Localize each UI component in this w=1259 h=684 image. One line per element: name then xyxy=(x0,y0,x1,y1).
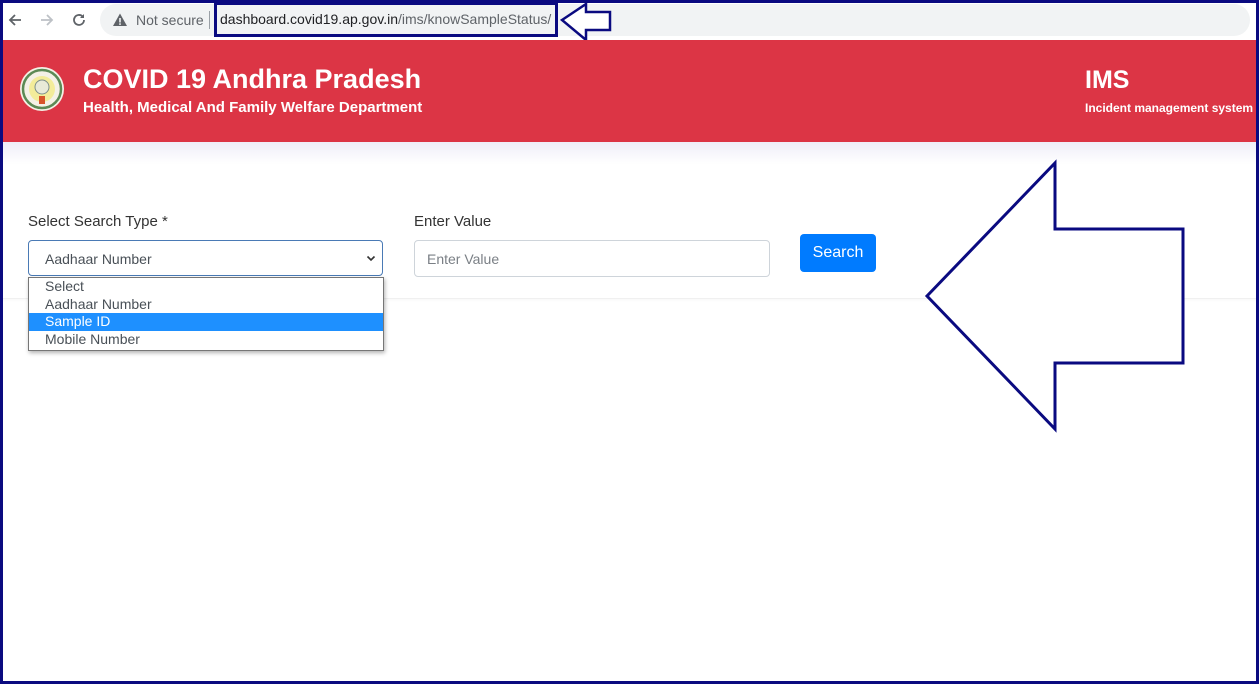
enter-value-label: Enter Value xyxy=(414,213,492,230)
url-annotation-arrow-icon xyxy=(559,2,612,42)
omnibox-separator xyxy=(209,11,210,29)
reload-icon xyxy=(73,14,85,26)
forward-button[interactable] xyxy=(35,8,59,32)
warning-triangle-icon xyxy=(113,13,127,26)
app-subtitle: Incident management system xyxy=(1085,101,1254,115)
app-title: IMS xyxy=(1085,66,1130,94)
security-label: Not secure xyxy=(136,12,204,28)
search-type-dropdown-list[interactable]: Select Aadhaar Number Sample ID Mobile N… xyxy=(28,277,384,351)
site-header: COVID 19 Andhra Pradesh Health, Medical … xyxy=(0,40,1259,142)
option-mobile-number[interactable]: Mobile Number xyxy=(29,331,383,349)
site-subtitle: Health, Medical And Family Welfare Depar… xyxy=(83,99,423,116)
url-path: /ims/knowSampleStatus/ xyxy=(397,11,552,27)
enter-value-input[interactable] xyxy=(414,240,770,277)
search-type-selected-value: Aadhaar Number xyxy=(45,251,152,267)
site-title: COVID 19 Andhra Pradesh xyxy=(83,64,422,94)
security-indicator[interactable]: Not secure xyxy=(112,11,204,29)
browser-toolbar: Not secure dashboard.covid19.ap.gov.in/i… xyxy=(0,0,1259,42)
url-domain: dashboard.covid19.ap.gov.in xyxy=(220,11,398,27)
arrow-left-icon xyxy=(8,14,21,26)
search-type-select[interactable]: Aadhaar Number xyxy=(28,240,383,276)
annotation-arrow-icon xyxy=(924,159,1185,433)
reload-button[interactable] xyxy=(67,8,91,32)
arrow-right-icon xyxy=(41,14,54,26)
option-sample-id[interactable]: Sample ID xyxy=(29,313,383,331)
chevron-down-icon xyxy=(366,255,376,262)
option-select[interactable]: Select xyxy=(29,278,383,296)
search-button[interactable]: Search xyxy=(800,234,876,272)
back-button[interactable] xyxy=(3,8,27,32)
url-text[interactable]: dashboard.covid19.ap.gov.in/ims/knowSamp… xyxy=(220,11,551,27)
option-aadhaar-number[interactable]: Aadhaar Number xyxy=(29,296,383,314)
search-type-label: Select Search Type * xyxy=(28,213,168,230)
state-emblem-logo xyxy=(20,67,64,111)
